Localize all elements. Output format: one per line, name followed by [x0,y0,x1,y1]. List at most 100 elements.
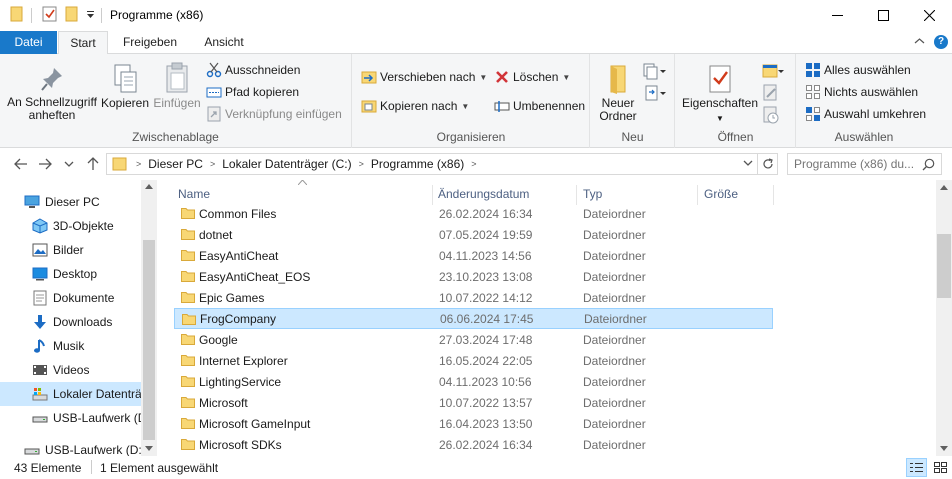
table-row[interactable]: Google 27.03.2024 17:48 Dateiordner [174,329,773,350]
rename-button[interactable]: Umbenennen [494,96,585,116]
nav-item-documents[interactable]: Dokumente [0,286,141,310]
delete-button[interactable]: Löschen ▼ [494,67,570,87]
3d-objects-icon [32,218,48,234]
rename-icon [494,98,510,114]
close-button[interactable] [906,0,952,31]
nav-scroll-thumb[interactable] [143,240,155,440]
tab-share[interactable]: Freigeben [112,31,188,54]
folder-icon [181,417,195,429]
table-row[interactable]: Common Files 26.02.2024 16:34 Dateiordner [174,203,773,224]
nav-item-3d-objects[interactable]: 3D-Objekte [0,214,141,238]
select-none-button[interactable]: Nichts auswählen [805,82,918,102]
tab-home[interactable]: Start [58,31,108,55]
select-all-button[interactable]: Alles auswählen [805,60,911,80]
tab-view[interactable]: Ansicht [192,31,256,54]
help-icon[interactable]: ? [934,35,948,49]
organize-group-label: Organisieren [436,130,506,144]
table-row[interactable]: Microsoft GameInput 16.04.2023 13:50 Datei… [174,413,773,434]
table-row[interactable]: Epic Games 10.07.2022 14:12 Dateiordner [174,287,773,308]
dropdown-caret-icon: ▼ [461,101,470,111]
refresh-icon[interactable] [757,154,777,174]
open-folder-icon[interactable] [762,62,784,80]
nav-item-desktop[interactable]: Desktop [0,262,141,286]
breadcrumb-local-disk[interactable]: Lokaler Datenträger (C:) [222,157,351,171]
tab-file[interactable]: Datei [0,31,57,54]
easy-access-button[interactable] [643,84,667,102]
file-list-scrollbar[interactable] [936,180,952,456]
pin-to-quick-access-button[interactable]: An Schnellzugriff anheften [4,66,100,122]
table-row[interactable]: Internet Explorer 16.05.2024 22:05 Dateior… [174,350,773,371]
title-bar: Programme (x86) [0,0,952,31]
column-header-size[interactable]: Größe [704,187,738,201]
drive-icon [32,386,48,402]
file-type: Dateiordner [583,437,646,452]
table-row[interactable]: LightingService 04.11.2023 10:56 Dateiordn… [174,371,773,392]
details-view-icon[interactable] [906,458,927,477]
forward-arrow-icon[interactable] [36,156,54,172]
column-header-name[interactable]: Name [178,187,210,201]
address-bar[interactable]: > Dieser PC > Lokaler Datenträger (C:) >… [106,153,778,175]
copy-path-button[interactable]: Pfad kopieren [206,82,299,102]
nav-item-videos[interactable]: Videos [0,358,141,382]
column-header-type[interactable]: Typ [583,187,602,201]
file-list-scroll-thumb[interactable] [937,234,951,298]
paste-button[interactable]: Einfügen [152,62,202,110]
file-list: Name Änderungsdatum Typ Größe Common Fil… [157,180,937,456]
navigation-bar: > Dieser PC > Lokaler Datenträger (C:) >… [0,148,952,180]
scroll-up-icon[interactable] [940,185,948,190]
nav-item-label: Musik [53,339,85,353]
nav-pane-scrollbar[interactable] [141,180,157,456]
new-folder-icon[interactable] [65,6,79,22]
breadcrumb-program-files-x86[interactable]: Programme (x86) [371,157,464,171]
table-row[interactable]: dotnet 07.05.2024 19:59 Dateiordner [174,224,773,245]
table-row[interactable]: EasyAntiCheat 04.11.2023 14:56 Dateiordner [174,245,773,266]
history-icon[interactable] [762,106,780,124]
nav-item-local-disk[interactable]: Lokaler Datenträ [0,382,141,406]
scroll-down-icon[interactable] [145,446,153,451]
properties-button[interactable]: Eigenschaften ▼ [680,64,760,125]
scroll-up-icon[interactable] [145,184,153,189]
nav-item-pictures[interactable]: Bilder [0,238,141,262]
large-icons-view-icon[interactable] [930,458,950,477]
file-date: 10.07.2022 13:57 [439,395,533,410]
minimize-button[interactable] [814,0,860,31]
file-type: Dateiordner [583,395,646,410]
recent-locations-icon[interactable] [60,156,78,172]
nav-item-this-pc[interactable]: Dieser PC [0,190,141,214]
file-date: 04.11.2023 14:56 [439,248,532,263]
up-arrow-icon[interactable] [84,156,102,172]
table-row[interactable]: Microsoft 10.07.2022 13:57 Dateiordner [174,392,773,413]
nav-item-label: Videos [53,363,90,377]
copy-path-icon [206,84,222,100]
invert-selection-icon [805,106,821,122]
customize-qat-icon[interactable] [86,10,95,20]
file-name: Common Files [199,206,277,221]
maximize-button[interactable] [860,0,906,31]
nav-item-music[interactable]: Musik [0,334,141,358]
back-arrow-icon[interactable] [12,156,30,172]
nav-item-downloads[interactable]: Downloads [0,310,141,334]
column-header-date[interactable]: Änderungsdatum [438,187,529,201]
properties-label: Eigenschaften [681,96,759,110]
search-input[interactable] [787,153,942,175]
documents-icon [32,290,48,306]
address-dropdown-icon[interactable] [743,160,753,167]
folder-icon [181,375,195,387]
copy-button[interactable]: Kopieren [100,64,150,110]
scroll-down-icon[interactable] [940,446,948,451]
collapse-ribbon-icon[interactable] [914,37,925,45]
nav-item-usb-drive-child[interactable]: USB-Laufwerk (D [0,406,141,430]
properties-icon[interactable] [42,6,57,22]
edit-icon[interactable] [762,84,780,102]
copy-to-button[interactable]: Kopieren nach ▼ [361,96,469,116]
invert-selection-button[interactable]: Auswahl umkehren [805,104,926,124]
new-folder-button[interactable]: Neuer Ordner [595,64,641,123]
table-row[interactable]: FrogCompany 06.06.2024 17:45 Dateiordner [174,308,773,329]
paste-shortcut-button[interactable]: Verknüpfung einfügen [206,104,342,124]
table-row[interactable]: EasyAntiCheat_EOS 23.10.2023 13:08 Dateior… [174,266,773,287]
move-to-button[interactable]: Verschieben nach ▼ [361,67,487,87]
table-row[interactable]: Microsoft SDKs 26.02.2024 16:34 Dateiordne… [174,434,773,455]
breadcrumb-this-pc[interactable]: Dieser PC [148,157,203,171]
cut-button[interactable]: Ausschneiden [206,60,300,80]
new-item-button[interactable] [643,62,667,80]
